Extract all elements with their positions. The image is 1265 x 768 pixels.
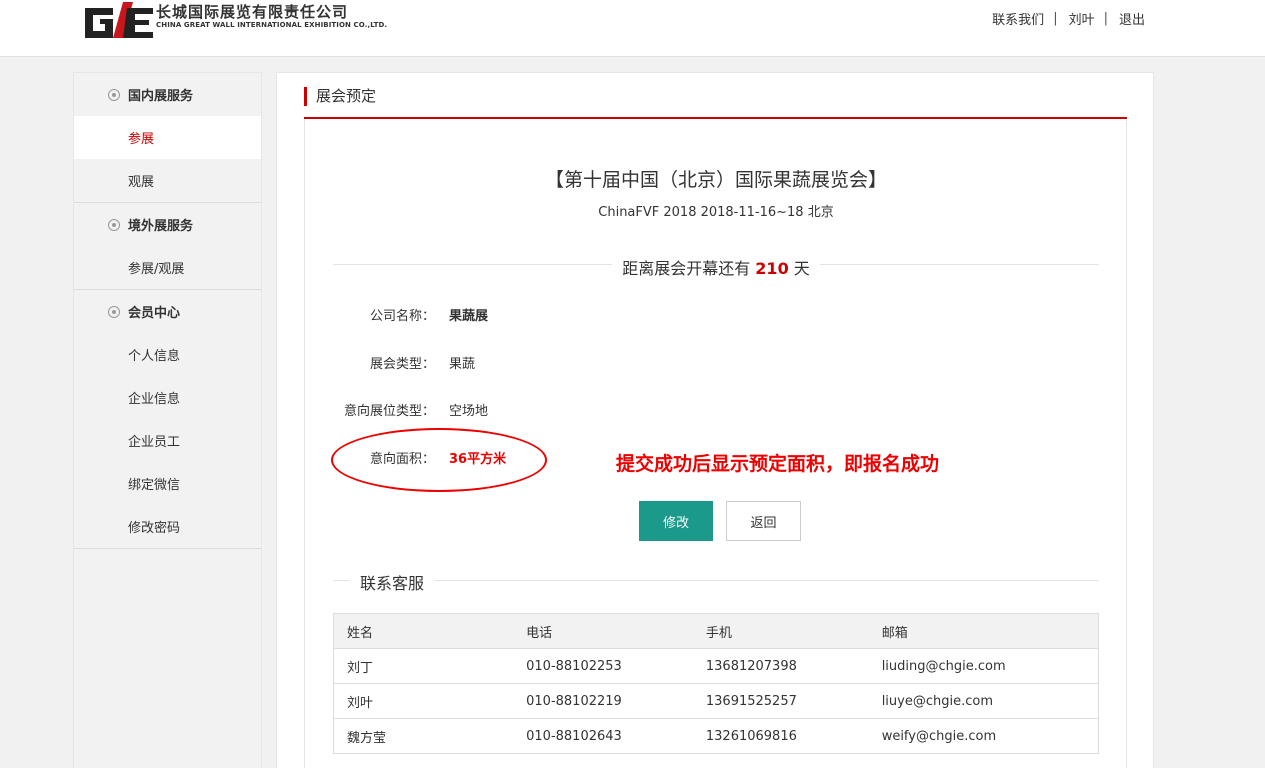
sidebar-item-label: 企业信息	[128, 392, 181, 407]
field-value: 果蔬展	[449, 309, 489, 324]
logout-link[interactable]: 退出	[1119, 9, 1145, 28]
contact-table: 姓名 电话 手机 邮箱 刘丁 010-88102253 13681207398 …	[333, 613, 1099, 754]
expo-subtitle: ChinaFVF 2018 2018-11-16~18 北京	[598, 205, 834, 220]
table-header-cell: 电话	[513, 613, 693, 649]
contact-divider	[333, 580, 1099, 581]
sidebar: 国内展服务 参展 观展 境外展服务 参展/观展 会员中心 个人信息 企业信息 企…	[73, 72, 262, 768]
table-header-row: 姓名 电话 手机 邮箱	[333, 613, 1099, 649]
section-title: 展会预定	[316, 87, 377, 105]
contact-section-title: 联系客服	[350, 570, 435, 594]
sidebar-item-label: 修改密码	[128, 521, 181, 536]
top-nav: 联系我们 | 刘叶 | 退出	[992, 9, 1145, 28]
field-label: 意向展位类型：	[343, 404, 435, 419]
edit-button[interactable]: 修改	[639, 501, 713, 541]
sidebar-group-label: 境外展服务	[128, 219, 194, 234]
radio-dot-icon	[108, 306, 120, 318]
sidebar-item-bind-wechat[interactable]: 绑定微信	[74, 462, 261, 505]
table-cell: weify@chgie.com	[868, 718, 1099, 754]
sidebar-item-label: 参展	[128, 132, 155, 147]
sidebar-group-label: 国内展服务	[128, 89, 194, 104]
table-header-cell: 邮箱	[868, 613, 1099, 649]
table-cell: 魏方莹	[333, 718, 514, 754]
nav-separator: |	[1053, 11, 1058, 26]
sidebar-item-exhibit[interactable]: 参展	[74, 116, 261, 159]
sidebar-group-label: 会员中心	[128, 306, 181, 321]
sidebar-item-label: 绑定微信	[128, 478, 181, 493]
top-header: 长城国际展览有限责任公司 CHINA GREAT WALL INTERNATIO…	[0, 0, 1265, 57]
sidebar-group-member-center[interactable]: 会员中心	[74, 290, 261, 333]
radio-dot-icon	[108, 89, 120, 101]
table-cell: 010-88102643	[513, 718, 693, 754]
field-label: 展会类型：	[369, 357, 435, 372]
logo-english-name: CHINA GREAT WALL INTERNATIONAL EXHIBITIO…	[156, 21, 388, 29]
field-company-name: 公司名称： 果蔬展	[277, 305, 1155, 325]
section-accent-bar	[304, 87, 307, 106]
table-cell: 刘叶	[333, 683, 514, 719]
table-cell: 13261069816	[692, 718, 869, 754]
highlight-ellipse	[331, 428, 547, 492]
radio-dot-icon	[108, 219, 120, 231]
field-label: 公司名称：	[369, 309, 435, 324]
field-expo-type: 展会类型： 果蔬	[277, 353, 1155, 373]
table-cell: 13681207398	[692, 648, 869, 684]
sidebar-item-label: 参展/观展	[128, 262, 185, 277]
field-booth-type: 意向展位类型： 空场地	[277, 400, 1155, 420]
logo-chinese-name: 长城国际展览有限责任公司	[156, 3, 349, 21]
table-row: 刘丁 010-88102253 13681207398 liuding@chgi…	[333, 648, 1099, 684]
table-row: 魏方莹 010-88102643 13261069816 weify@chgie…	[333, 718, 1099, 754]
table-cell: 010-88102219	[513, 683, 693, 719]
cgie-logo-icon	[85, 2, 153, 38]
company-logo[interactable]: 长城国际展览有限责任公司 CHINA GREAT WALL INTERNATIO…	[83, 2, 387, 38]
countdown-text: 距离展会开幕还有 210 天	[612, 255, 820, 279]
sidebar-item-visit[interactable]: 观展	[74, 159, 261, 202]
sidebar-item-label: 企业员工	[128, 435, 181, 450]
sidebar-group-overseas[interactable]: 境外展服务	[74, 203, 261, 246]
nav-separator: |	[1103, 11, 1108, 26]
table-header-cell: 手机	[692, 613, 869, 649]
sidebar-item-change-password[interactable]: 修改密码	[74, 505, 261, 548]
logo-text: 长城国际展览有限责任公司 CHINA GREAT WALL INTERNATIO…	[156, 3, 387, 30]
countdown-prefix: 距离展会开幕还有	[622, 259, 751, 278]
sidebar-item-personal-info[interactable]: 个人信息	[74, 333, 261, 376]
countdown-days: 210	[755, 259, 789, 278]
sidebar-item-label: 个人信息	[128, 349, 181, 364]
sidebar-item-label: 观展	[128, 175, 155, 190]
sidebar-item-company-info[interactable]: 企业信息	[74, 376, 261, 419]
table-cell: 010-88102253	[513, 648, 693, 684]
sidebar-item-company-staff[interactable]: 企业员工	[74, 419, 261, 462]
sidebar-item-overseas-exhibit-visit[interactable]: 参展/观展	[74, 246, 261, 289]
sidebar-group-domestic[interactable]: 国内展服务	[74, 73, 261, 116]
table-cell: liuye@chgie.com	[868, 683, 1099, 719]
section-header: 展会预定	[304, 87, 1127, 119]
field-value: 空场地	[449, 404, 489, 419]
table-row: 刘叶 010-88102219 13691525257 liuye@chgie.…	[333, 683, 1099, 719]
user-name-link[interactable]: 刘叶	[1069, 9, 1095, 28]
field-value: 果蔬	[449, 357, 476, 372]
table-cell: liuding@chgie.com	[868, 648, 1099, 684]
main-panel: 展会预定 【第十届中国（北京）国际果蔬展览会】 ChinaFVF 2018 20…	[276, 72, 1154, 768]
table-header-cell: 姓名	[333, 613, 514, 649]
table-cell: 13691525257	[692, 683, 869, 719]
back-button[interactable]: 返回	[726, 501, 801, 541]
countdown-suffix: 天	[793, 259, 810, 278]
expo-title: 【第十届中国（北京）国际果蔬展览会】	[544, 169, 887, 191]
contact-us-link[interactable]: 联系我们	[992, 9, 1044, 28]
table-cell: 刘丁	[333, 648, 514, 684]
countdown: 距离展会开幕还有 210 天	[277, 255, 1155, 279]
sidebar-divider	[74, 548, 261, 549]
annotation-note: 提交成功后显示预定面积，即报名成功	[616, 453, 940, 475]
